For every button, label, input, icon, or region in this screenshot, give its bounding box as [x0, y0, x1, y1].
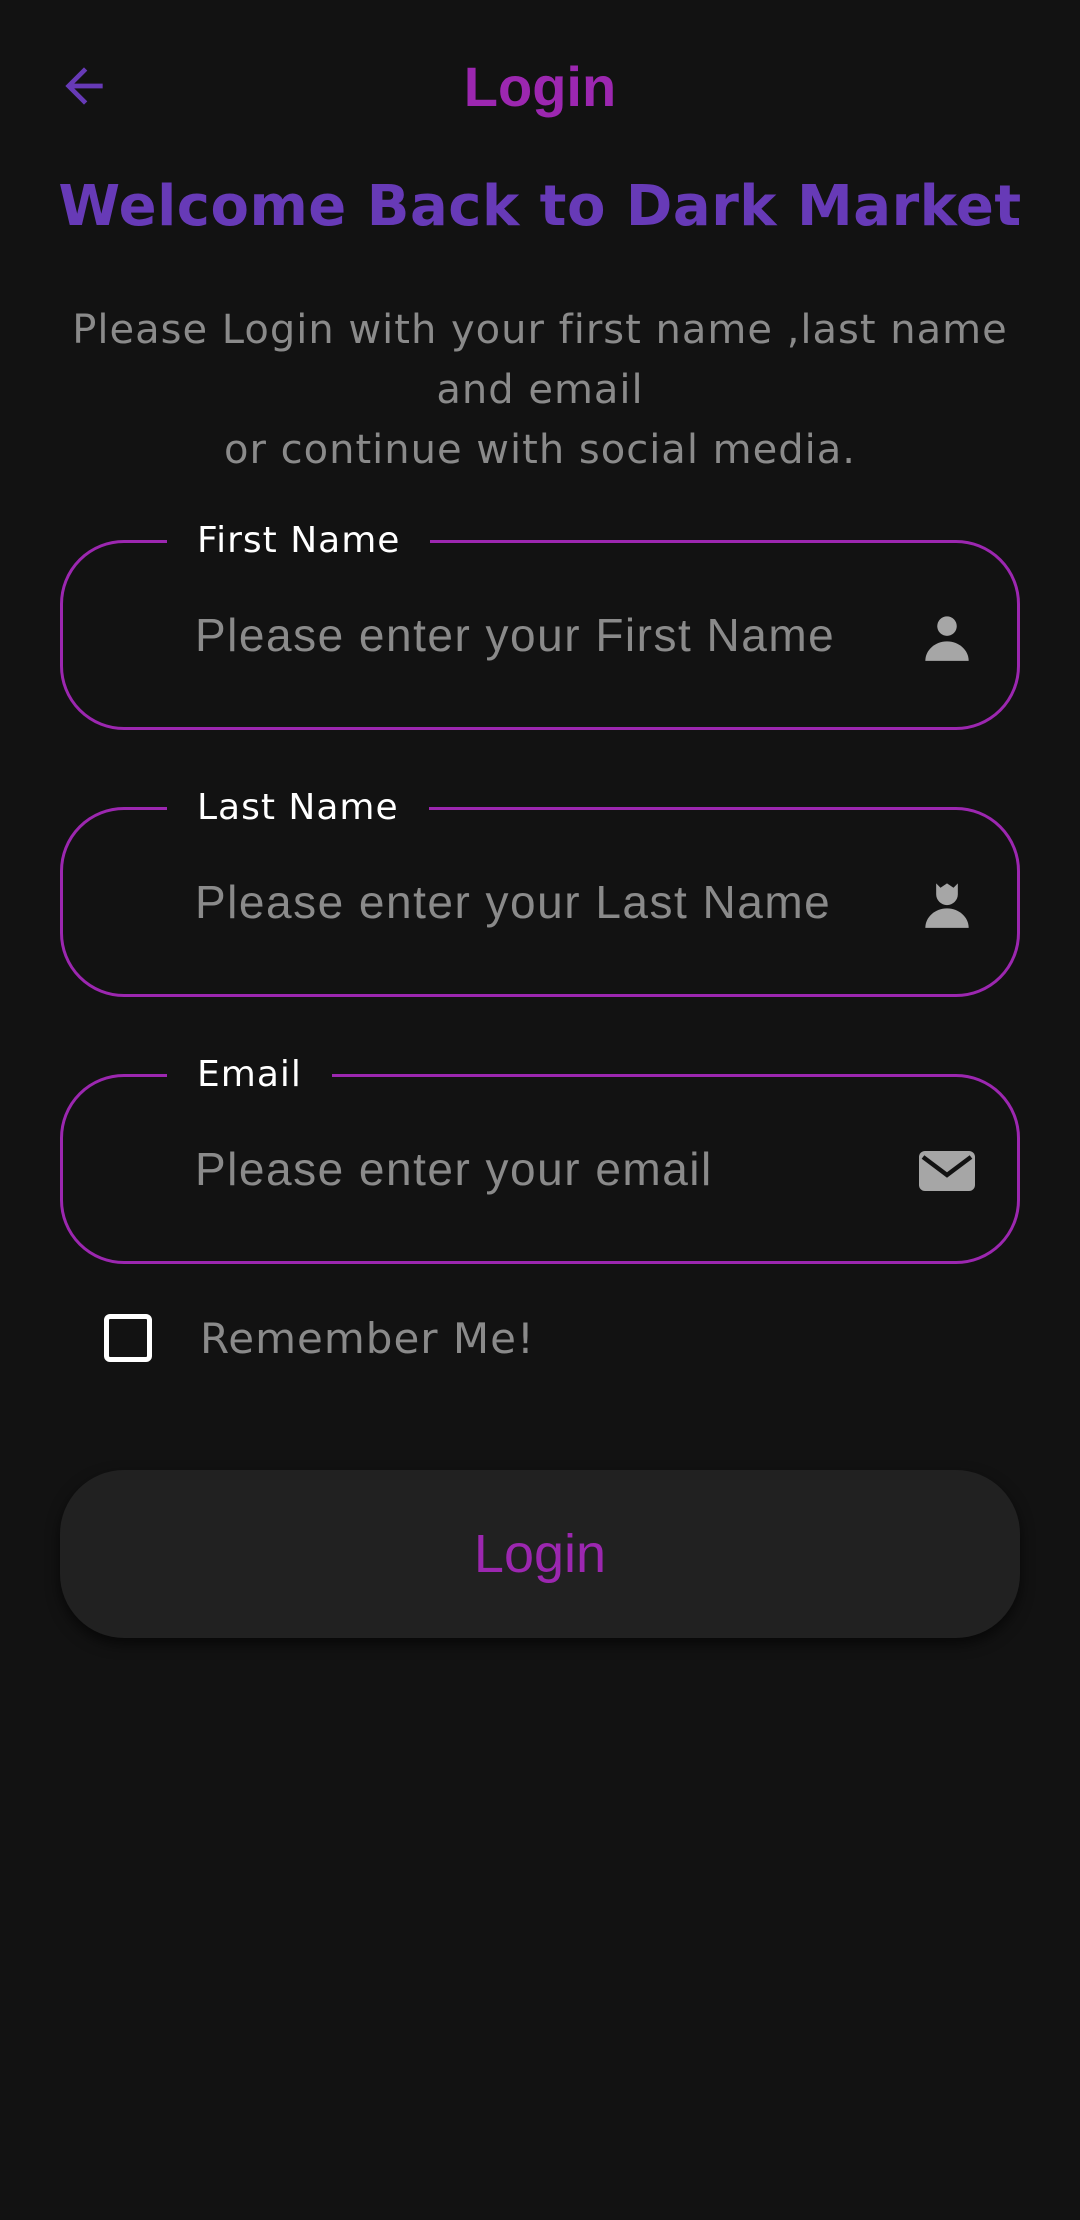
- subtitle-line: Please Login with your first name ,last …: [72, 307, 1008, 353]
- email-field[interactable]: Email: [60, 1051, 1020, 1264]
- first-name-field[interactable]: First Name: [60, 517, 1020, 730]
- person-icon: [917, 607, 977, 667]
- app-bar: Login: [0, 0, 1080, 170]
- welcome-subtitle: Please Login with your first name ,last …: [40, 300, 1040, 480]
- login-button[interactable]: Login: [60, 1470, 1020, 1638]
- email-input[interactable]: [195, 1117, 875, 1221]
- first-name-input[interactable]: [195, 583, 875, 687]
- last-name-input[interactable]: [195, 850, 875, 954]
- email-label: Email: [167, 1051, 332, 1099]
- remember-me-label: Remember Me!: [200, 1313, 535, 1363]
- last-name-field[interactable]: Last Name: [60, 784, 1020, 997]
- welcome-heading: Welcome Back to Dark Market: [58, 174, 1022, 239]
- subtitle-line: and email: [436, 367, 644, 413]
- login-button-label: Login: [473, 1524, 607, 1584]
- person-icon: [917, 874, 977, 934]
- last-name-label: Last Name: [167, 784, 429, 832]
- first-name-label: First Name: [167, 517, 431, 565]
- page-title: Login: [463, 55, 617, 118]
- remember-me-checkbox[interactable]: [104, 1314, 152, 1362]
- subtitle-line: or continue with social media.: [224, 427, 856, 473]
- mail-icon: [917, 1141, 977, 1201]
- remember-me-row: Remember Me!: [104, 1308, 535, 1368]
